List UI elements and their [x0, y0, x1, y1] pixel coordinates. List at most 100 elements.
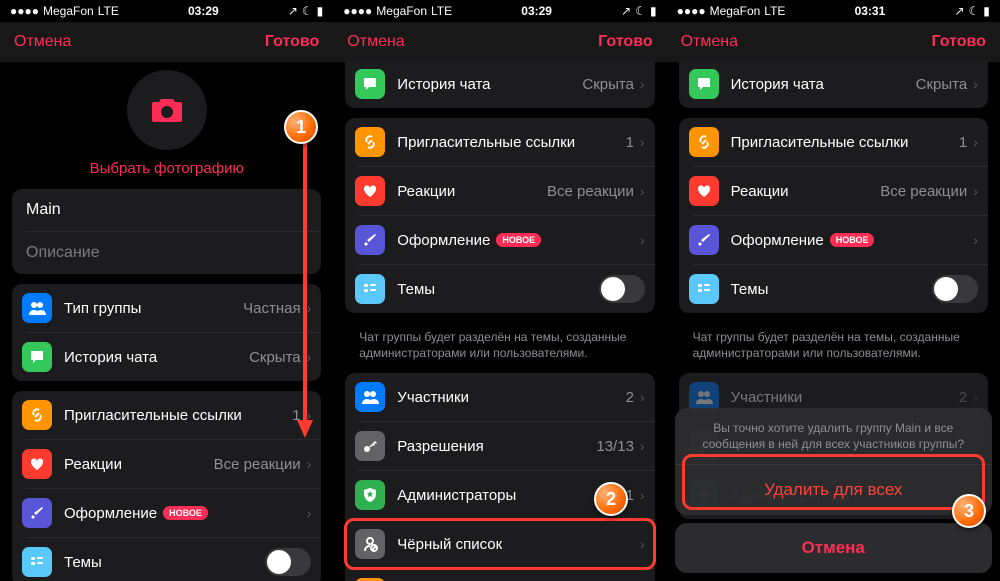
row-value: 1 [626, 134, 634, 151]
camera-icon [150, 96, 184, 124]
members-icon [355, 382, 385, 412]
done-button[interactable]: Готово [265, 33, 319, 51]
cancel-button[interactable]: Отмена [14, 33, 71, 51]
appearance-row[interactable]: Оформление НОВОЕ › [679, 216, 988, 264]
chevron-right-icon: › [640, 438, 645, 454]
arrow-icon: ↗ [288, 4, 298, 18]
chat-history-row[interactable]: История чата Скрыта › [12, 333, 321, 381]
signal-icon: ●●●● [10, 4, 39, 18]
recent-actions-row[interactable]: Недавние действия › [345, 569, 654, 581]
moon-icon: ☾ [302, 4, 313, 18]
options-card: Пригласительные ссылки 1 › Реакции Все р… [345, 118, 654, 313]
invite-links-row[interactable]: Пригласительные ссылки 1 › [12, 391, 321, 439]
clock: 03:31 [855, 4, 886, 18]
heart-icon [689, 176, 719, 206]
history-icon [22, 342, 52, 372]
done-button[interactable]: Готово [931, 33, 985, 51]
row-label: Реакции [64, 456, 214, 473]
topics-icon [22, 547, 52, 577]
status-bar: ●●●● MegaFon LTE 03:31 ↗ ☾ ▮ [667, 0, 1000, 22]
cancel-button[interactable]: Отмена [347, 33, 404, 51]
nav-bar: Отмена Готово [333, 22, 666, 62]
topics-footer-text: Чат группы будет разделён на темы, созда… [679, 323, 988, 373]
network-label: LTE [98, 4, 119, 18]
row-label: Оформление НОВОЕ [64, 505, 307, 522]
row-label: Разрешения [397, 438, 596, 455]
row-label: Участники [397, 389, 625, 406]
invite-links-row[interactable]: Пригласительные ссылки 1 › [679, 118, 988, 166]
choose-photo-button[interactable]: Выбрать фотографию [12, 160, 321, 177]
row-value: 13/13 [596, 438, 634, 455]
battery-icon: ▮ [317, 4, 324, 18]
nav-bar: Отмена Готово [0, 22, 333, 62]
shield-icon [355, 480, 385, 510]
name-card [12, 189, 321, 274]
chat-history-row[interactable]: История чата Скрыта › [345, 60, 654, 108]
row-label: Оформление НОВОЕ [731, 232, 974, 249]
battery-icon: ▮ [983, 4, 990, 18]
battery-icon: ▮ [650, 4, 657, 18]
cancel-button[interactable]: Отмена [681, 33, 738, 51]
link-icon [689, 127, 719, 157]
clock: 03:29 [521, 4, 552, 18]
group-photo-button[interactable] [127, 70, 207, 150]
clock: 03:29 [188, 4, 219, 18]
group-type-icon [22, 293, 52, 323]
delete-for-all-button[interactable]: Удалить для всех [675, 465, 992, 515]
nav-bar: Отмена Готово [667, 22, 1000, 62]
done-button[interactable]: Готово [598, 33, 652, 51]
topics-row[interactable]: Темы [679, 265, 988, 313]
chevron-right-icon: › [973, 183, 978, 199]
step-2-badge: 2 [594, 482, 628, 516]
topics-toggle[interactable] [932, 275, 978, 303]
topics-row[interactable]: Темы [345, 265, 654, 313]
permissions-row[interactable]: Разрешения 13/13 › [345, 422, 654, 470]
chevron-right-icon: › [640, 487, 645, 503]
row-label: Пригласительные ссылки [731, 134, 959, 151]
row-value: Все реакции [214, 456, 301, 473]
row-value: Все реакции [880, 183, 967, 200]
reactions-row[interactable]: Реакции Все реакции › [345, 167, 654, 215]
topics-toggle[interactable] [599, 275, 645, 303]
status-bar: ●●●● MegaFon LTE 03:29 ↗ ☾ ▮ [0, 0, 333, 22]
topics-toggle[interactable] [265, 548, 311, 576]
topics-row[interactable]: Темы [12, 538, 321, 581]
row-label: История чата [731, 76, 916, 93]
row-label: Темы [731, 281, 932, 298]
moon-icon: ☾ [635, 4, 646, 18]
reactions-row[interactable]: Реакции Все реакции › [12, 440, 321, 488]
chat-history-row[interactable]: История чата Скрыта › [679, 60, 988, 108]
confirm-text: Вы точно хотите удалить группу Main и вс… [675, 408, 992, 464]
block-icon [355, 529, 385, 559]
link-icon [355, 127, 385, 157]
row-label: Пригласительные ссылки [64, 407, 292, 424]
chevron-right-icon: › [973, 134, 978, 150]
appearance-row[interactable]: Оформление НОВОЕ › [345, 216, 654, 264]
group-description-input[interactable] [12, 232, 321, 274]
action-sheet-cancel-button[interactable]: Отмена [675, 523, 992, 573]
chevron-right-icon: › [307, 456, 312, 472]
admin-card: Участники 2 › Разрешения 13/13 › Админис… [345, 373, 654, 581]
status-bar: ●●●● MegaFon LTE 03:29 ↗ ☾ ▮ [333, 0, 666, 22]
row-label: Оформление НОВОЕ [397, 232, 640, 249]
blacklist-row[interactable]: Чёрный список › [345, 520, 654, 568]
appearance-row[interactable]: Оформление НОВОЕ › [12, 489, 321, 537]
members-row[interactable]: Участники 2 › [345, 373, 654, 421]
carrier-label: MegaFon [710, 4, 761, 18]
group-name-input[interactable] [12, 189, 321, 231]
moon-icon: ☾ [969, 4, 980, 18]
row-value: 2 [626, 389, 634, 406]
invite-links-row[interactable]: Пригласительные ссылки 1 › [345, 118, 654, 166]
options-card: Пригласительные ссылки 1 › Реакции Все р… [12, 391, 321, 581]
reactions-row[interactable]: Реакции Все реакции › [679, 167, 988, 215]
key-icon [355, 431, 385, 461]
group-type-row[interactable]: Тип группы Частная › [12, 284, 321, 332]
signal-icon: ●●●● [677, 4, 706, 18]
chevron-right-icon: › [307, 505, 312, 521]
arrow-icon: ↗ [954, 4, 964, 18]
chevron-right-icon: › [640, 536, 645, 552]
row-value: Скрыта [916, 76, 968, 93]
group-settings-card: Тип группы Частная › История чата Скрыта… [12, 284, 321, 381]
row-value: Скрыта [249, 349, 301, 366]
row-value: Частная [243, 300, 300, 317]
